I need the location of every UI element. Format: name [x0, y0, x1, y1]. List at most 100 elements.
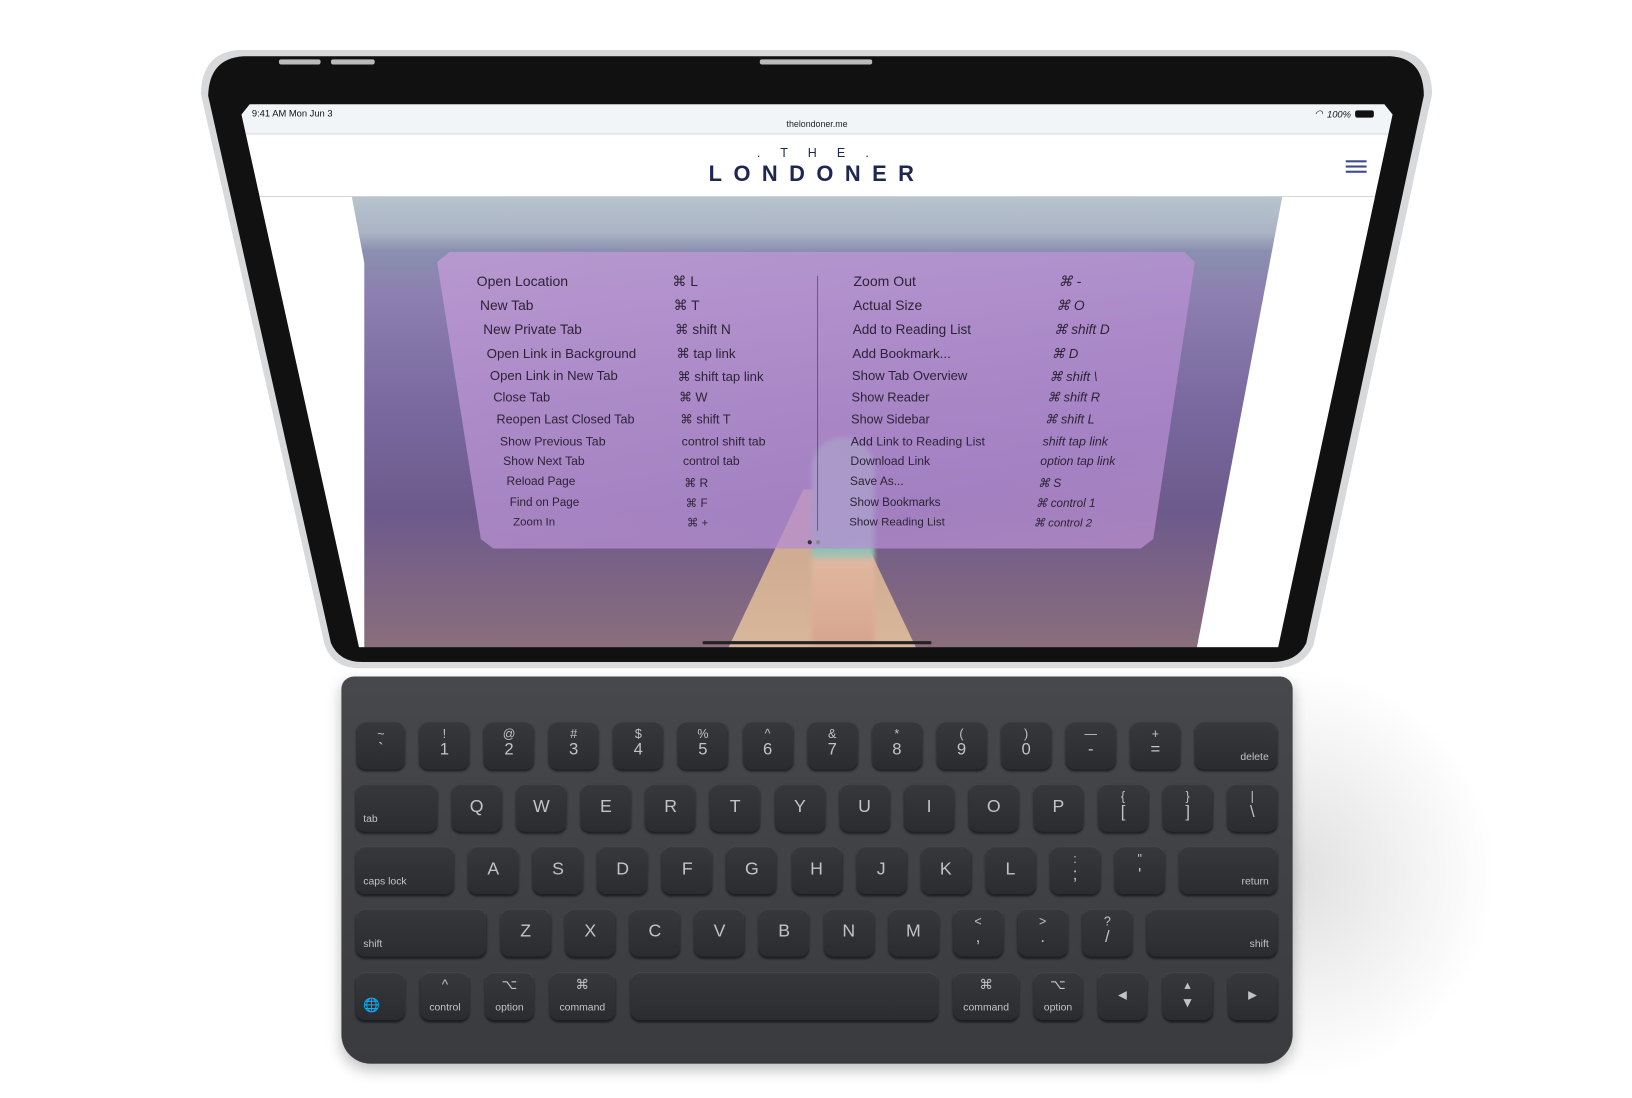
address-bar-url[interactable]: thelondoner.me	[241, 119, 1392, 129]
key-F[interactable]: F	[662, 846, 713, 895]
shortcut-label: Save As...	[850, 475, 904, 489]
modifier-symbol-icon: ⌘	[575, 976, 590, 992]
key-Y[interactable]: Y	[774, 783, 825, 832]
symbol-key[interactable]: >.	[1017, 908, 1068, 957]
shift-key[interactable]: shift	[1146, 908, 1278, 957]
key-label-top: #	[570, 726, 578, 742]
key-label-bottom: 5	[698, 741, 708, 759]
shortcut-label: Show Reading List	[849, 516, 945, 529]
symbol-key[interactable]: ◂	[1098, 972, 1147, 1020]
shift-key[interactable]: shift	[355, 908, 487, 957]
key-label: M	[906, 921, 921, 941]
modifier-symbol-icon: ⌥	[1050, 976, 1066, 992]
key-A[interactable]: A	[468, 846, 519, 895]
page-indicator[interactable]	[807, 540, 821, 545]
key-I[interactable]: I	[904, 783, 955, 832]
key-label-bottom: [	[1120, 803, 1126, 822]
key-7[interactable]: & 7	[807, 721, 858, 770]
shortcut-keys: option tap link	[1040, 454, 1116, 469]
key-label-bottom: ▾	[1183, 993, 1192, 1012]
key-label-bottom: 9	[956, 741, 967, 759]
key-H[interactable]: H	[791, 846, 842, 895]
site-logo[interactable]: LONDONER	[241, 162, 1392, 187]
key-label-bottom: ]	[1185, 803, 1190, 822]
key-8[interactable]: * 8	[871, 721, 922, 770]
key-label: V	[713, 921, 726, 941]
symbol-key[interactable]: :;	[1050, 846, 1101, 895]
key-B[interactable]: B	[759, 908, 810, 957]
hamburger-menu-icon[interactable]	[1345, 160, 1367, 176]
key-U[interactable]: U	[839, 783, 890, 832]
symbol-key[interactable]: | \	[1227, 783, 1278, 832]
command-key[interactable]: ⌘ command	[549, 972, 616, 1020]
key-label: O	[986, 796, 1001, 816]
key-E[interactable]: E	[580, 783, 631, 832]
key-6[interactable]: ^ 6	[742, 721, 793, 770]
key-R[interactable]: R	[645, 783, 696, 832]
key-label-top: !	[442, 726, 447, 742]
symbol-key[interactable]: ? /	[1082, 908, 1133, 957]
site-logo-the[interactable]: . T H E .	[241, 146, 1392, 161]
modifier-symbol-icon: ⌥	[501, 976, 518, 992]
key-0[interactable]: ) 0	[1001, 721, 1052, 770]
key-D[interactable]: D	[597, 846, 648, 895]
symbol-key[interactable]: ▴ ▾	[1162, 972, 1213, 1020]
key-label-bottom: 7	[827, 741, 837, 759]
symbol-key[interactable]: <,	[953, 908, 1004, 957]
option-key[interactable]: ⌥ option	[485, 972, 534, 1020]
shortcut-keys: ⌘ control 2	[1033, 517, 1093, 530]
symbol-key[interactable]: ~ `	[356, 721, 405, 770]
key-label-top: :	[1073, 851, 1077, 866]
key-T[interactable]: T	[710, 783, 761, 832]
key-label: K	[939, 858, 952, 879]
key-9[interactable]: (9	[936, 721, 987, 770]
key-label-top: >	[1039, 913, 1047, 929]
key-L[interactable]: L	[985, 846, 1036, 895]
key-W[interactable]: W	[516, 783, 567, 832]
key-J[interactable]: J	[856, 846, 907, 895]
key-N[interactable]: N	[823, 908, 874, 957]
key-P[interactable]: P	[1033, 783, 1084, 832]
key-4[interactable]: $4	[613, 721, 664, 770]
key-X[interactable]: X	[565, 908, 616, 957]
key-label: N	[842, 921, 856, 941]
control-key[interactable]: ^ control	[420, 972, 470, 1020]
key-G[interactable]: G	[726, 846, 777, 895]
key-V[interactable]: V	[694, 908, 745, 957]
symbol-key[interactable]: {[	[1098, 783, 1149, 832]
option-key[interactable]: ⌥ option	[1033, 972, 1083, 1020]
key-K[interactable]: K	[920, 846, 971, 895]
key-label-top: )	[1024, 726, 1029, 742]
home-indicator[interactable]	[702, 641, 932, 645]
symbol-key[interactable]: }]	[1162, 783, 1213, 832]
return-key[interactable]: return	[1179, 846, 1278, 895]
key-1[interactable]: ! 1	[419, 721, 470, 770]
shortcut-keys: ⌘ shift T	[680, 412, 731, 427]
command-key[interactable]: ⌘ command	[953, 972, 1019, 1020]
key-O[interactable]: O	[968, 783, 1019, 832]
power-button	[759, 59, 873, 65]
shortcut-keys: ⌘ T	[673, 297, 700, 314]
key-C[interactable]: C	[629, 908, 680, 957]
globe-key[interactable]: 🌐	[355, 972, 405, 1020]
symbol-key[interactable]: " '	[1114, 846, 1165, 895]
key-5[interactable]: % 5	[677, 721, 728, 770]
space-bar-key[interactable]	[630, 972, 938, 1020]
shortcut-label: Reopen Last Closed Tab	[496, 412, 635, 427]
key-label-bottom: .	[1040, 928, 1045, 947]
symbol-key[interactable]: ▸	[1228, 972, 1278, 1020]
delete-key[interactable]: delete	[1194, 721, 1278, 770]
caps-lock-key[interactable]: caps lock	[355, 846, 454, 895]
key-3[interactable]: #3	[548, 721, 599, 770]
wifi-icon: ◠	[1314, 108, 1323, 119]
key-Q[interactable]: Q	[451, 783, 502, 832]
key-Z[interactable]: Z	[500, 908, 551, 957]
modifier-symbol-icon: ⌘	[979, 976, 993, 992]
key-M[interactable]: M	[888, 908, 939, 957]
key-label-bottom: 2	[504, 741, 514, 759]
key-2[interactable]: @2	[484, 721, 535, 770]
key-S[interactable]: S	[532, 846, 583, 895]
symbol-key[interactable]: — -	[1065, 721, 1116, 770]
tab-key[interactable]: tab	[355, 783, 438, 832]
symbol-key[interactable]: + =	[1130, 721, 1181, 770]
